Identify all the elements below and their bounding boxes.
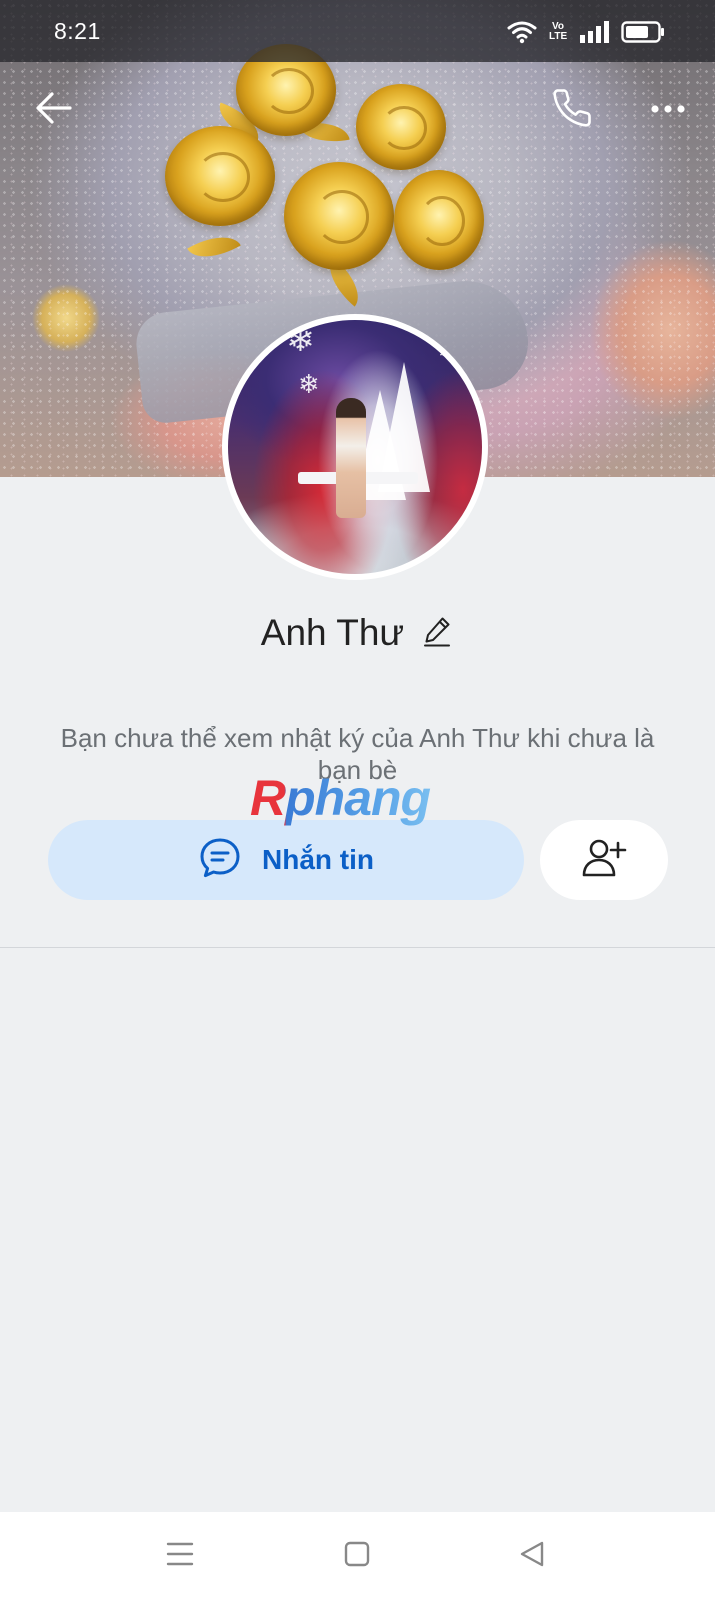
- square-icon: [344, 1541, 370, 1572]
- profile-name: Anh Thư: [260, 612, 405, 653]
- message-button-label: Nhắn tin: [262, 844, 374, 875]
- watermark-logo: Rphang: [250, 768, 465, 828]
- profile-name-row: Anh Thư: [0, 612, 715, 654]
- status-bar: 8:21 Vo LTE: [0, 0, 715, 62]
- phone-icon: [551, 87, 593, 134]
- volte-line-2: LTE: [549, 31, 568, 42]
- cover-rose: [165, 126, 275, 226]
- volte-icon: Vo LTE: [549, 22, 567, 42]
- cover-rose: [356, 84, 446, 170]
- call-button[interactable]: [548, 86, 596, 134]
- nav-back-button[interactable]: [508, 1534, 556, 1578]
- cover-rose: [284, 162, 394, 270]
- avatar-snowflake: ❄: [438, 340, 457, 365]
- status-icons: Vo LTE: [507, 18, 665, 46]
- avatar-snowflake: ❄: [286, 320, 315, 360]
- more-button[interactable]: [644, 86, 692, 134]
- more-horizontal-icon: [650, 101, 686, 119]
- triangle-back-icon: [519, 1540, 545, 1573]
- add-user-icon: [581, 837, 627, 884]
- menu-icon: [166, 1541, 194, 1572]
- back-button[interactable]: [30, 86, 78, 134]
- edit-name-button[interactable]: [420, 616, 454, 650]
- avatar-snowflake: ❄: [298, 370, 320, 400]
- nav-menu-button[interactable]: [156, 1534, 204, 1578]
- system-nav-bar: [0, 1512, 715, 1600]
- chat-bubble-icon: [198, 836, 242, 885]
- pencil-icon: [422, 615, 452, 652]
- avatar-person: [336, 398, 366, 518]
- wifi-icon: [507, 20, 537, 44]
- battery-icon: [621, 21, 665, 43]
- profile-avatar[interactable]: ❄ ❄ ❄: [222, 314, 488, 580]
- nav-home-button[interactable]: [333, 1534, 381, 1578]
- message-button[interactable]: Nhắn tin: [48, 820, 524, 900]
- cover-rose: [394, 170, 484, 270]
- status-time: 8:21: [54, 18, 101, 44]
- section-divider: [0, 947, 715, 948]
- signal-icon: [579, 21, 609, 43]
- arrow-left-icon: [34, 91, 74, 130]
- add-friend-button[interactable]: [540, 820, 668, 900]
